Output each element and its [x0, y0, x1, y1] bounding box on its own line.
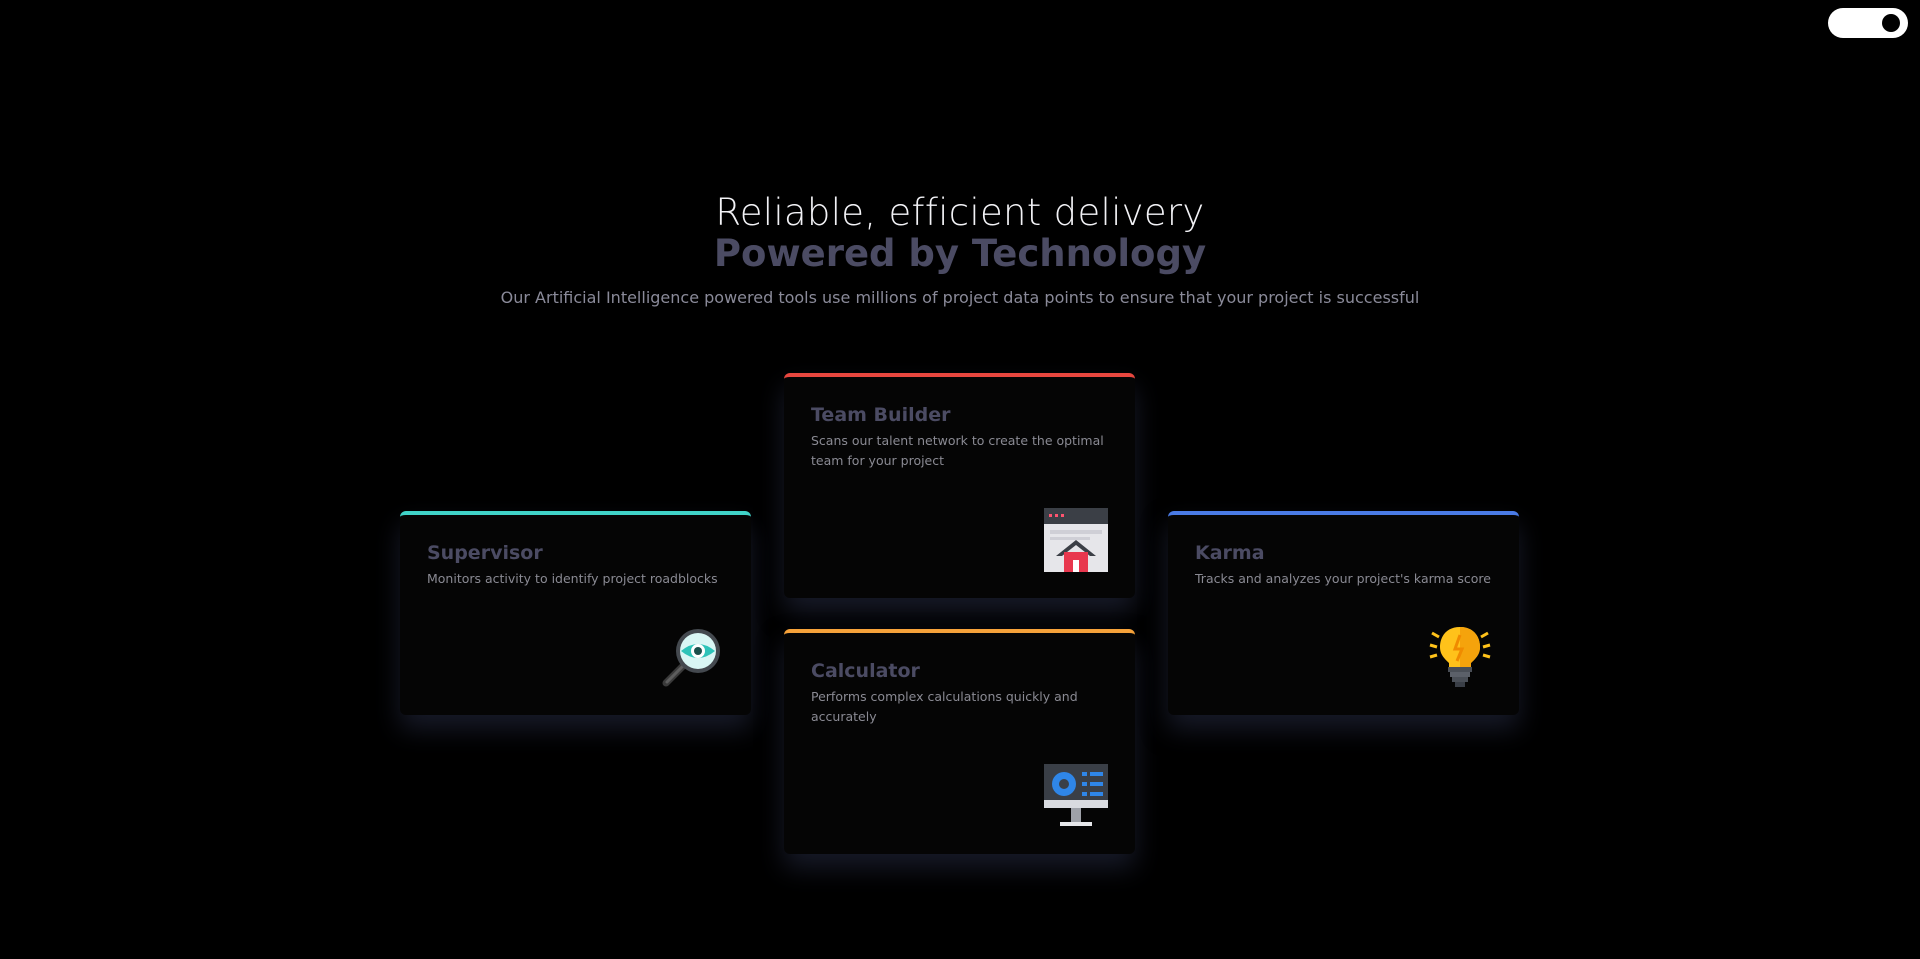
headline-primary: Reliable, efficient delivery — [715, 191, 1205, 234]
card-calculator: Calculator Performs complex calculations… — [784, 629, 1135, 854]
headline-secondary: Powered by Technology — [713, 232, 1207, 275]
card-supervisor: Supervisor Monitors activity to identify… — [400, 511, 751, 715]
card-description: Tracks and analyzes your project's karma… — [1195, 571, 1491, 586]
card-title: Karma — [1195, 542, 1265, 564]
card-title: Calculator — [811, 660, 920, 682]
card-title: Supervisor — [427, 542, 543, 564]
card-karma: Karma Tracks and analyzes your project's… — [1168, 511, 1519, 715]
browser-house-icon — [1044, 508, 1108, 572]
magnifier-eye-icon — [660, 625, 724, 689]
lightbulb-icon — [1428, 625, 1492, 689]
hero-subtitle: Our Artificial Intelligence powered tool… — [500, 288, 1420, 307]
card-description: Performs complex calculations quickly an… — [811, 689, 1078, 724]
card-team-builder: Team Builder Scans our talent network to… — [784, 373, 1135, 598]
card-description: Monitors activity to identify project ro… — [427, 571, 718, 586]
page: Reliable, efficient delivery Powered by … — [0, 0, 1920, 959]
monitor-dashboard-icon — [1044, 764, 1108, 828]
hero-section: Reliable, efficient delivery Powered by … — [0, 192, 1920, 309]
card-description: Scans our talent network to create the o… — [811, 433, 1104, 468]
card-title: Team Builder — [811, 404, 951, 426]
theme-toggle[interactable] — [1828, 8, 1908, 38]
toggle-knob — [1882, 14, 1900, 32]
